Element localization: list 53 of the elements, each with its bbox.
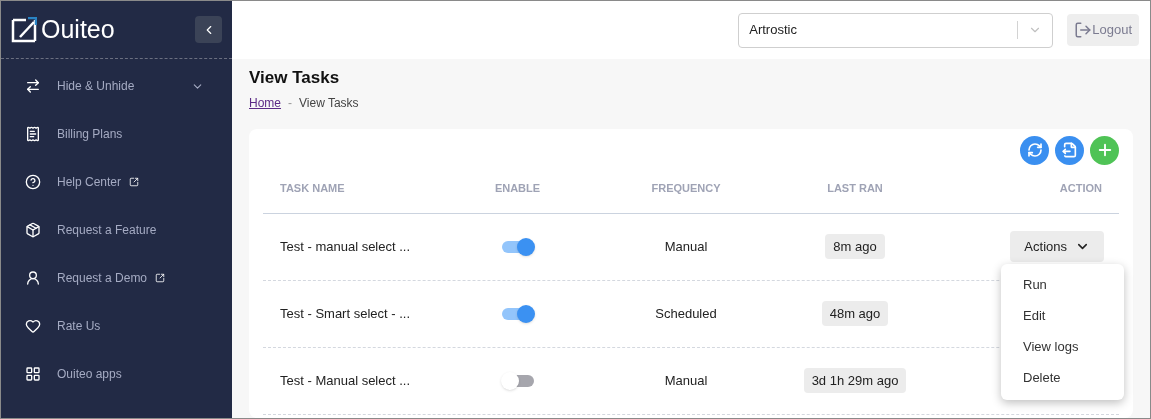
sidebar-item[interactable]: Billing Plans [1,110,232,158]
file-export-icon [1061,142,1078,158]
collapse-button[interactable] [195,16,222,43]
box-icon [25,222,41,238]
frequency-cell-text: Manual [664,237,708,256]
actions-button[interactable]: Actions [1010,231,1104,262]
sidebar-item[interactable]: Hide & Unhide [1,62,232,110]
logout-button[interactable]: Logout [1067,14,1139,46]
frequency-cell-text: Scheduled [655,304,717,323]
task-name: Test - manual select ... [279,237,412,256]
toggle-switch[interactable] [500,237,535,256]
column-header: FREQUENCY [651,181,721,197]
page-title: View Tasks [249,67,341,89]
heart-icon [25,318,41,334]
task-name: Test - Smart select - ... [279,304,412,323]
column-header: TASK NAME [279,181,346,197]
sidebar-item[interactable]: Request a Demo [1,254,232,302]
last-ran-badge: 3d 1h 29m ago [803,367,907,394]
user-icon [25,270,41,286]
logo-icon [11,16,37,43]
column-header: ENABLE [494,181,541,197]
account-select[interactable]: Artrostic [738,12,1054,48]
refresh-icon [1026,142,1043,158]
export-button[interactable] [1055,135,1084,165]
menu-item[interactable]: View logs [1001,331,1124,363]
add-button[interactable] [1090,135,1119,165]
sidebar-item[interactable]: Ouiteo apps [1,350,232,398]
toggle-switch[interactable] [500,304,535,323]
receipt-icon [25,126,41,142]
menu-item[interactable]: Delete [1001,362,1124,394]
column-header: LAST RAN [827,181,883,197]
task-name: Test - Manual select ... [279,371,412,390]
column-header: ACTION [1059,181,1103,197]
frequency-cell-text: Manual [664,371,708,390]
brand-name: Ouiteo [41,13,115,45]
sidebar-item[interactable]: Help Center [1,158,232,206]
toggle-switch[interactable] [500,371,535,390]
menu-item[interactable]: Run [1001,269,1124,301]
help-icon [25,174,41,190]
sidebar-item[interactable]: Request a Feature [1,206,232,254]
sidebar-item[interactable]: Rate Us [1,302,232,350]
breadcrumb-link[interactable]: Home [249,93,281,112]
menu-item[interactable]: Edit [1001,300,1124,332]
grid-icon [25,366,41,382]
breadcrumb-current: View Tasks [299,94,359,112]
last-ran-badge: 48m ago [821,300,889,327]
refresh-button[interactable] [1020,135,1049,165]
external-link-icon [129,177,140,187]
arrows-icon [25,78,41,94]
last-ran-badge: 8m ago [825,233,885,260]
logout-icon [1074,21,1093,39]
breadcrumb-separator: - [288,94,292,112]
external-link-icon [155,273,166,283]
